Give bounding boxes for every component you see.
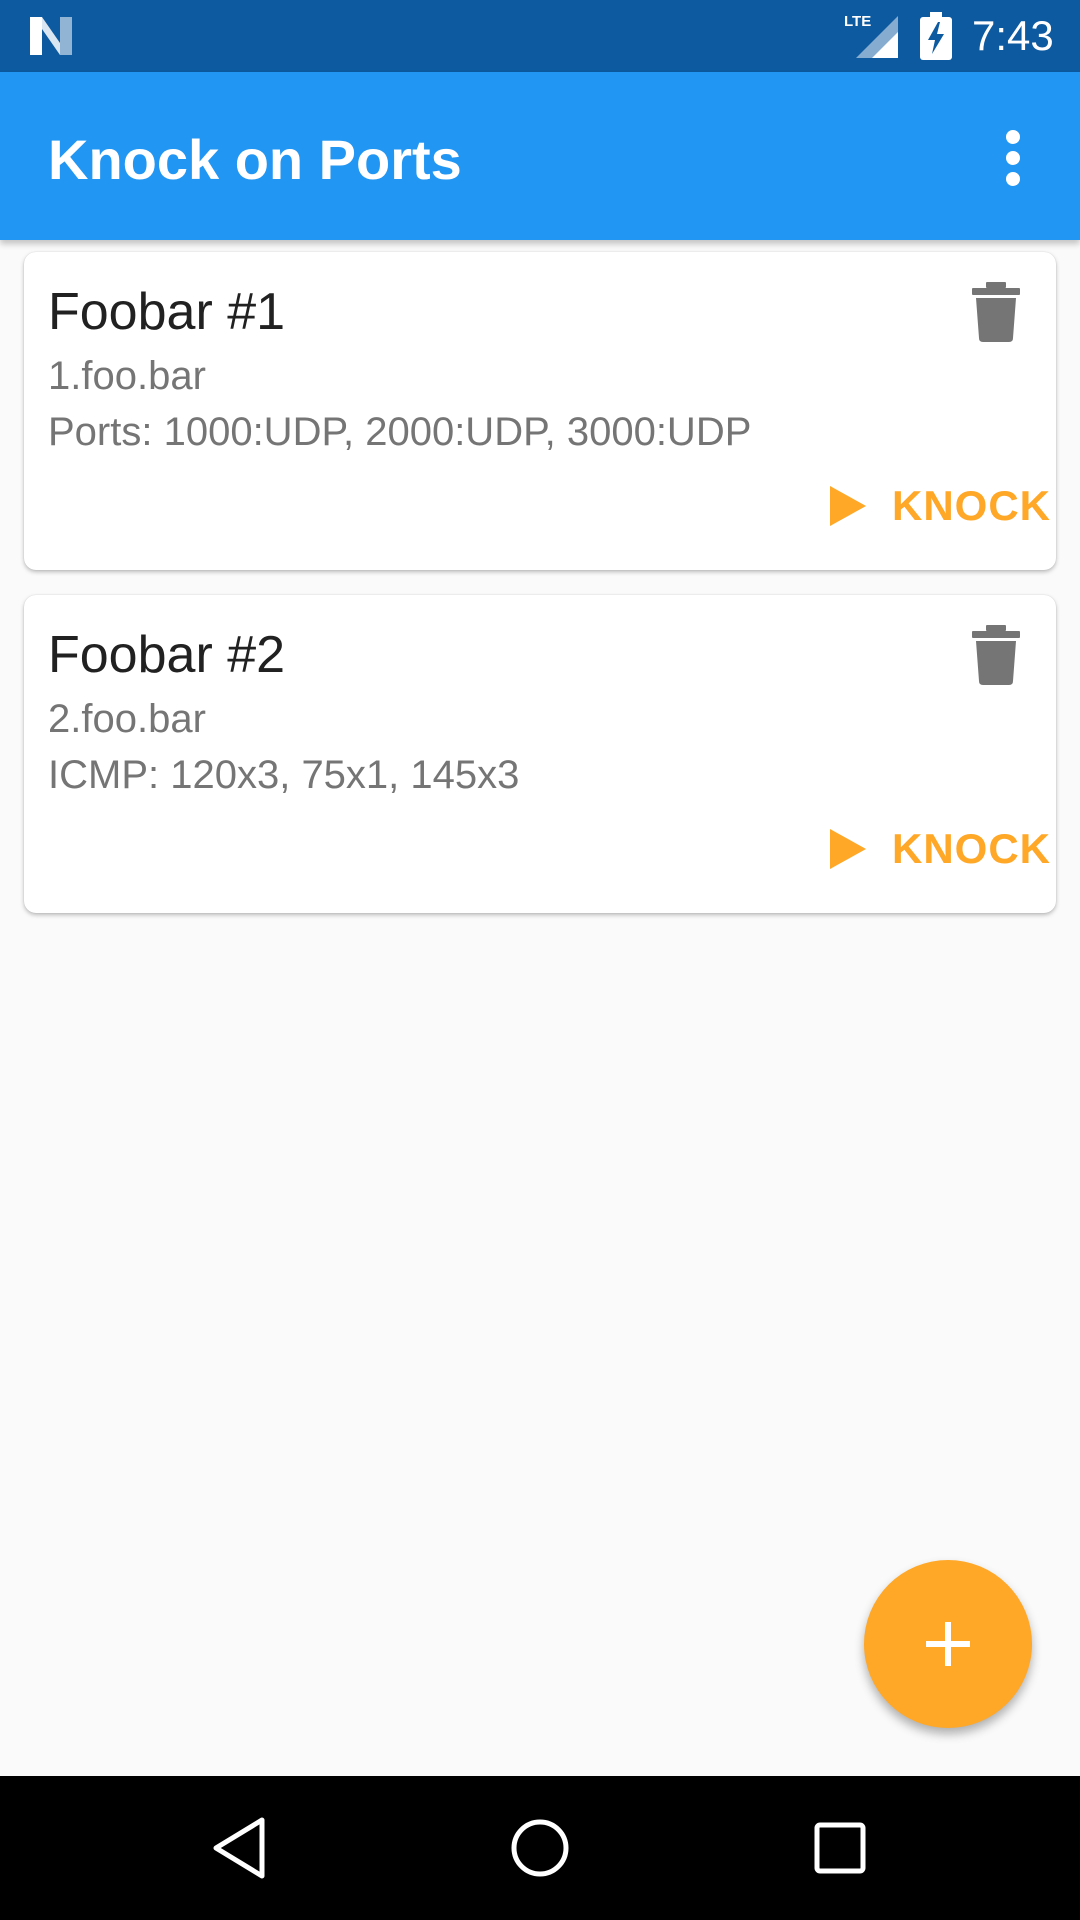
card-title: Foobar #2 xyxy=(48,626,286,684)
back-icon[interactable] xyxy=(202,1808,282,1888)
plus-icon-stroke xyxy=(945,1622,951,1666)
play-icon xyxy=(830,486,866,526)
card-host: 2.foo.bar xyxy=(48,697,206,741)
home-icon[interactable] xyxy=(500,1808,580,1888)
nav-bar xyxy=(0,1776,1080,1920)
screen: LTE 7:43 Knock on Ports Foobar #1 1.foo.… xyxy=(0,0,1080,1920)
knock-button[interactable]: KNOCK xyxy=(804,474,1050,538)
battery-charging-icon xyxy=(920,12,952,60)
list-item[interactable]: Foobar #1 1.foo.bar Ports: 1000:UDP, 200… xyxy=(24,252,1056,570)
status-bar: LTE 7:43 xyxy=(0,0,1080,72)
status-clock: 7:43 xyxy=(972,12,1054,59)
lte-signal-icon: LTE xyxy=(844,13,898,58)
recents-icon[interactable] xyxy=(800,1808,880,1888)
n-logo-icon xyxy=(30,17,72,55)
card-ports: ICMP: 120x3, 75x1, 145x3 xyxy=(48,753,520,797)
delete-icon[interactable] xyxy=(968,625,1024,685)
more-vert-icon[interactable] xyxy=(986,122,1042,194)
lte-label: LTE xyxy=(844,13,871,30)
play-icon xyxy=(830,829,866,869)
app-bar: Knock on Ports xyxy=(0,72,1080,240)
card-title: Foobar #1 xyxy=(48,283,286,341)
knock-label: KNOCK xyxy=(892,482,1051,529)
list-item[interactable]: Foobar #2 2.foo.bar ICMP: 120x3, 75x1, 1… xyxy=(24,595,1056,913)
app-title: Knock on Ports xyxy=(48,128,462,191)
knock-button[interactable]: KNOCK xyxy=(804,817,1050,881)
card-ports: Ports: 1000:UDP, 2000:UDP, 3000:UDP xyxy=(48,410,752,454)
knock-label: KNOCK xyxy=(892,825,1051,872)
delete-icon[interactable] xyxy=(968,282,1024,342)
add-button[interactable] xyxy=(864,1560,1032,1728)
card-host: 1.foo.bar xyxy=(48,354,206,398)
